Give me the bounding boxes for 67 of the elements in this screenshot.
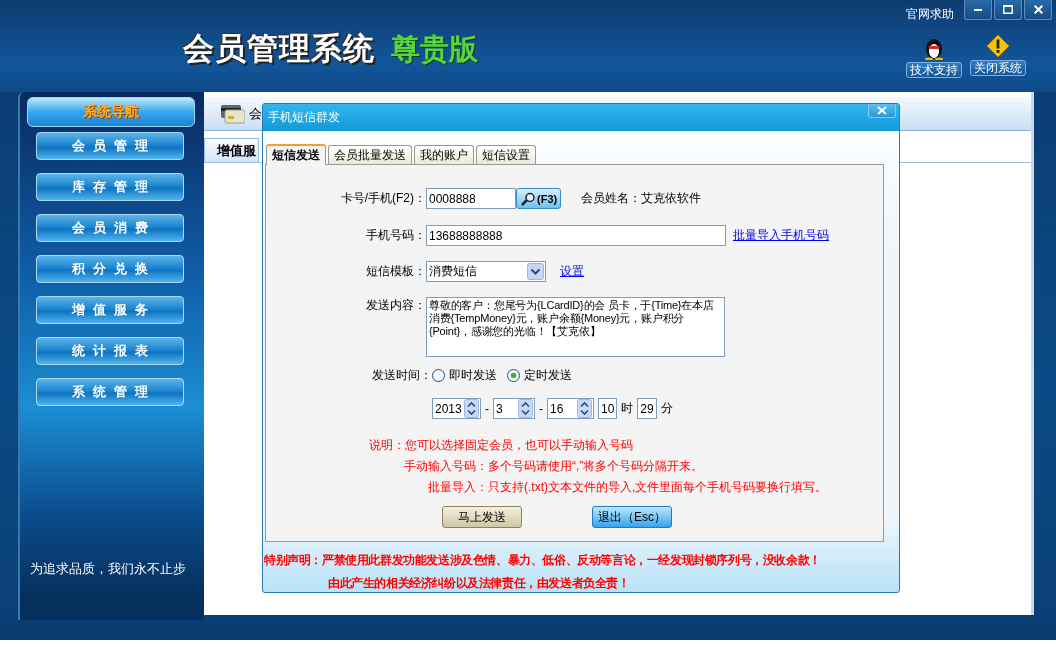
radio-label: 定时发送 bbox=[524, 367, 572, 384]
radio-button[interactable] bbox=[432, 369, 445, 382]
dialog-tab[interactable]: 我的账户 bbox=[414, 145, 474, 164]
content-tab[interactable]: 增值服 bbox=[204, 138, 259, 162]
phone-field[interactable]: 13688888888 bbox=[426, 225, 726, 246]
lookup-button[interactable]: (F3) bbox=[516, 188, 562, 209]
help-link[interactable]: 官网求助 bbox=[906, 6, 954, 23]
field-label: 发送内容： bbox=[365, 297, 426, 314]
nav-button[interactable]: 统计报表 bbox=[36, 337, 184, 365]
time-field[interactable]: 29 bbox=[637, 398, 657, 419]
separator-text: 时 bbox=[621, 400, 634, 417]
nav-button[interactable]: 增值服务 bbox=[36, 296, 184, 324]
field-label: 短信模板： bbox=[365, 263, 426, 280]
search-icon bbox=[520, 191, 536, 206]
message-field[interactable]: 尊敬的客户：您尾号为{LCardID}的会 员卡，于{Time}在本店消费{TempMoney}元，账户余额{Money}元，账户积分{Point}，感谢您的光临！【艾克依】 bbox=[426, 297, 725, 357]
close-icon bbox=[877, 106, 887, 115]
date-spinner[interactable]: 2013 bbox=[432, 398, 481, 419]
field-label: 手机号码： bbox=[365, 227, 426, 244]
maximize-button[interactable] bbox=[994, 0, 1022, 20]
edition-label: 尊贵版 bbox=[391, 31, 478, 68]
breadcrumb-text: 会 bbox=[249, 104, 262, 123]
header-action-button[interactable]: 关闭系统 bbox=[970, 60, 1026, 76]
exit-button[interactable]: 退出（Esc） bbox=[592, 506, 672, 528]
member-name-text: 会员姓名：艾克依软件 bbox=[581, 190, 702, 207]
notice-text: 由此产生的相关经济纠纷以及法律责任，由发送者负全责！ bbox=[328, 575, 631, 592]
separator-text: 分 bbox=[660, 400, 673, 417]
nav-button[interactable]: 会员管理 bbox=[36, 132, 184, 160]
minimize-button[interactable] bbox=[964, 0, 992, 20]
maximize-icon bbox=[1003, 5, 1013, 14]
radio-label: 即时发送 bbox=[449, 367, 497, 384]
nav-button[interactable]: 系统管理 bbox=[36, 378, 184, 406]
card-number-field[interactable]: 0008888 bbox=[426, 188, 516, 209]
close-icon bbox=[1033, 5, 1043, 14]
app-title: 会员管理系统 bbox=[183, 29, 375, 68]
note-text: 说明：您可以选择固定会员，也可以手动输入号码 bbox=[369, 437, 634, 454]
date-spinner[interactable]: 16 bbox=[547, 398, 594, 419]
note-text: 批量导入：只支持(.txt)文本文件的导入,文件里面每个手机号码要换行填写。 bbox=[428, 479, 829, 496]
note-text: 手动输入号码：多个号码请使用“,”将多个号码分隔开来。 bbox=[404, 458, 705, 475]
close-button[interactable] bbox=[1024, 0, 1052, 20]
sidebar-header: 系统导航 bbox=[27, 97, 195, 127]
card-icon bbox=[221, 103, 245, 124]
notice-text: 特别声明：严禁使用此群发功能发送涉及色情、暴力、低俗、反动等言论，一经发现封锁序列号，没收余款！ bbox=[264, 552, 822, 569]
dialog-title: 手机短信群发 bbox=[268, 109, 340, 126]
separator-text: - bbox=[485, 401, 489, 416]
dialog-tab[interactable]: 短信发送 bbox=[266, 144, 326, 165]
minimize-icon bbox=[974, 8, 982, 11]
header-action-button[interactable]: 技术支持 bbox=[906, 62, 962, 78]
radio-button[interactable] bbox=[507, 369, 520, 382]
template-dropdown[interactable]: 消费短信 bbox=[426, 261, 546, 282]
nav-button[interactable]: 会员消费 bbox=[36, 214, 184, 242]
nav-button[interactable]: 积分兑换 bbox=[36, 255, 184, 283]
spinner-arrows-icon bbox=[518, 399, 533, 418]
separator-text: - bbox=[539, 401, 543, 416]
field-label: 发送时间： bbox=[371, 367, 432, 384]
time-field[interactable]: 10 bbox=[598, 398, 618, 419]
spinner-arrows-icon bbox=[464, 399, 479, 418]
dialog-tab[interactable]: 短信设置 bbox=[476, 145, 536, 164]
slogan-text: 为追求品质，我们永不止步 bbox=[29, 560, 187, 578]
import-link[interactable]: 批量导入手机号码 bbox=[733, 227, 829, 244]
warning-icon bbox=[986, 34, 1010, 58]
send-button[interactable]: 马上发送 bbox=[442, 506, 522, 528]
dialog-tab[interactable]: 会员批量发送 bbox=[328, 145, 412, 164]
settings-link[interactable]: 设置 bbox=[560, 263, 584, 280]
nav-button[interactable]: 库存管理 bbox=[36, 173, 184, 201]
field-label: 卡号/手机(F2)： bbox=[339, 190, 426, 207]
date-spinner[interactable]: 3 bbox=[493, 398, 535, 419]
spinner-arrows-icon bbox=[577, 399, 592, 418]
